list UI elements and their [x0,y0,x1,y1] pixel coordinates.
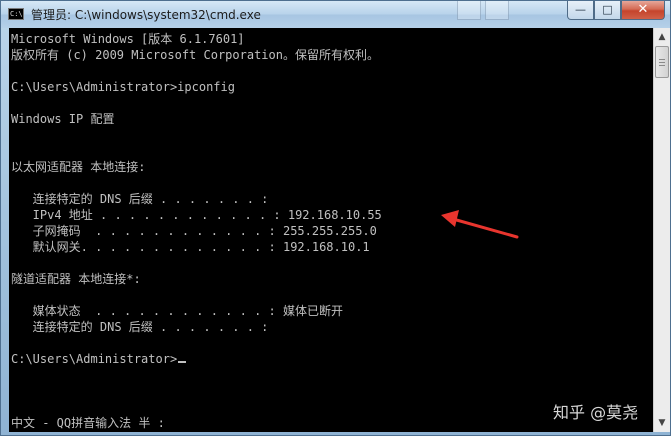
arrow-shaft [451,217,519,239]
arrow-head [441,210,459,227]
red-arrow-annotation [441,210,519,239]
cmd-window: C:\ 管理员: C:\windows\system32\cmd.exe — □… [0,0,671,436]
watermark-text: 知乎 @莫尧 [553,403,639,422]
